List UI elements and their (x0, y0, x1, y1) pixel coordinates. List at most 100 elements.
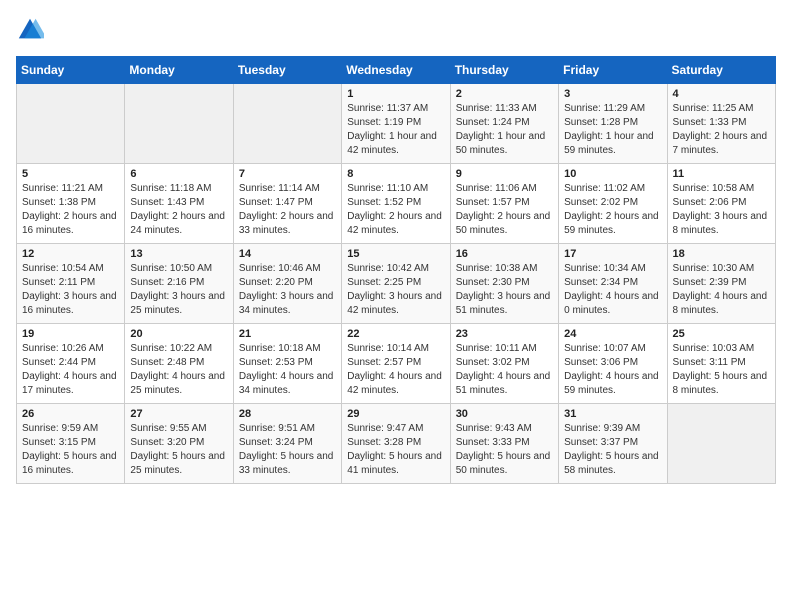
calendar-cell: 19 Sunrise: 10:26 AM Sunset: 2:44 PM Dayl… (17, 324, 125, 404)
weekday-header-monday: Monday (125, 57, 233, 84)
calendar-cell: 23 Sunrise: 10:11 AM Sunset: 3:02 PM Dayl… (450, 324, 558, 404)
day-info: Sunrise: 9:39 AM Sunset: 3:37 PM Dayligh… (564, 422, 661, 478)
day-number: 13 (130, 248, 227, 260)
day-number: 21 (239, 328, 336, 340)
day-number: 5 (22, 168, 119, 180)
day-number: 8 (347, 168, 444, 180)
day-info: Sunrise: 10:14 AM Sunset: 2:57 PM Daylig… (347, 342, 444, 398)
day-info: Sunrise: 11:06 AM Sunset: 1:57 PM Daylig… (456, 182, 553, 238)
calendar-cell: 29Sunrise: 9:47 AM Sunset: 3:28 PM Dayli… (342, 404, 450, 484)
day-number: 10 (564, 168, 661, 180)
calendar-cell: 2Sunrise: 11:33 AM Sunset: 1:24 PM Dayli… (450, 84, 558, 164)
day-number: 2 (456, 88, 553, 100)
calendar-cell: 30 Sunrise: 9:43 AM Sunset: 3:33 PM Dayli… (450, 404, 558, 484)
calendar-cell: 31 Sunrise: 9:39 AM Sunset: 3:37 PM Dayli… (559, 404, 667, 484)
day-number: 30 (456, 408, 553, 420)
day-number: 23 (456, 328, 553, 340)
week-row-4: 19 Sunrise: 10:26 AM Sunset: 2:44 PM Dayl… (17, 324, 776, 404)
day-info: Sunrise: 11:14 AM Sunset: 1:47 PM Daylig… (239, 182, 336, 238)
day-number: 15 (347, 248, 444, 260)
day-number: 27 (130, 408, 227, 420)
day-info: Sunrise: 10:58 AM Sunset: 2:06 PM Daylig… (673, 182, 770, 238)
calendar-table: SundayMondayTuesdayWednesdayThursdayFrid… (16, 56, 776, 484)
calendar-cell: 5 Sunrise: 11:21 AM Sunset: 1:38 PM Dayli… (17, 164, 125, 244)
calendar-cell: 28 Sunrise: 9:51 AM Sunset: 3:24 PM Dayli… (233, 404, 341, 484)
day-number: 7 (239, 168, 336, 180)
calendar-cell: 20 Sunrise: 10:22 AM Sunset: 2:48 PM Dayl… (125, 324, 233, 404)
day-info: Sunrise: 10:34 AM Sunset: 2:34 PM Daylig… (564, 262, 661, 318)
day-number: 20 (130, 328, 227, 340)
day-number: 3 (564, 88, 661, 100)
day-info: Sunrise: 9:47 AM Sunset: 3:28 PM Dayligh… (347, 422, 444, 478)
day-number: 6 (130, 168, 227, 180)
calendar-cell: 11 Sunrise: 10:58 AM Sunset: 2:06 PM Dayl… (667, 164, 775, 244)
page-header (16, 16, 776, 44)
day-info: Sunrise: 10:18 AM Sunset: 2:53 PM Daylig… (239, 342, 336, 398)
weekday-header-saturday: Saturday (667, 57, 775, 84)
calendar-cell: 13 Sunrise: 10:50 AM Sunset: 2:16 PM Dayl… (125, 244, 233, 324)
calendar-cell: 8 Sunrise: 11:10 AM Sunset: 1:52 PM Dayli… (342, 164, 450, 244)
calendar-cell (667, 404, 775, 484)
calendar-cell: 26 Sunrise: 9:59 AM Sunset: 3:15 PM Dayli… (17, 404, 125, 484)
calendar-cell: 15 Sunrise: 10:42 AM Sunset: 2:25 PM Dayl… (342, 244, 450, 324)
day-info: Sunrise: 10:54 AM Sunset: 2:11 PM Daylig… (22, 262, 119, 318)
day-info: Sunrise: 10:42 AM Sunset: 2:25 PM Daylig… (347, 262, 444, 318)
weekday-header-tuesday: Tuesday (233, 57, 341, 84)
day-number: 18 (673, 248, 770, 260)
day-info: Sunrise: 11:02 AM Sunset: 2:02 PM Daylig… (564, 182, 661, 238)
calendar-cell (17, 84, 125, 164)
day-number: 26 (22, 408, 119, 420)
day-info: Sunrise: 9:59 AM Sunset: 3:15 PM Dayligh… (22, 422, 119, 478)
day-number: 16 (456, 248, 553, 260)
day-info: Sunrise: 10:11 AM Sunset: 3:02 PM Daylig… (456, 342, 553, 398)
calendar-cell: 1 Sunrise: 11:37 AM Sunset: 1:19 PM Dayli… (342, 84, 450, 164)
day-info: Sunrise: 10:03 AM Sunset: 3:11 PM Daylig… (673, 342, 770, 398)
weekday-row: SundayMondayTuesdayWednesdayThursdayFrid… (17, 57, 776, 84)
day-number: 31 (564, 408, 661, 420)
day-info: Sunrise: 10:26 AM Sunset: 2:44 PM Daylig… (22, 342, 119, 398)
calendar-cell: 14Sunrise: 10:46 AM Sunset: 2:20 PM Dayl… (233, 244, 341, 324)
calendar-cell: 16Sunrise: 10:38 AM Sunset: 2:30 PM Dayl… (450, 244, 558, 324)
day-number: 17 (564, 248, 661, 260)
day-info: Sunrise: 11:18 AM Sunset: 1:43 PM Daylig… (130, 182, 227, 238)
calendar-cell: 22Sunrise: 10:14 AM Sunset: 2:57 PM Dayl… (342, 324, 450, 404)
day-info: Sunrise: 9:43 AM Sunset: 3:33 PM Dayligh… (456, 422, 553, 478)
day-info: Sunrise: 11:21 AM Sunset: 1:38 PM Daylig… (22, 182, 119, 238)
day-info: Sunrise: 11:25 AM Sunset: 1:33 PM Daylig… (673, 102, 770, 158)
week-row-3: 12 Sunrise: 10:54 AM Sunset: 2:11 PM Dayl… (17, 244, 776, 324)
calendar-header: SundayMondayTuesdayWednesdayThursdayFrid… (17, 57, 776, 84)
day-number: 12 (22, 248, 119, 260)
day-number: 9 (456, 168, 553, 180)
weekday-header-thursday: Thursday (450, 57, 558, 84)
day-number: 28 (239, 408, 336, 420)
day-number: 25 (673, 328, 770, 340)
day-info: Sunrise: 10:07 AM Sunset: 3:06 PM Daylig… (564, 342, 661, 398)
day-info: Sunrise: 11:37 AM Sunset: 1:19 PM Daylig… (347, 102, 444, 158)
day-number: 1 (347, 88, 444, 100)
calendar-cell (233, 84, 341, 164)
weekday-header-sunday: Sunday (17, 57, 125, 84)
day-number: 24 (564, 328, 661, 340)
calendar-cell: 9 Sunrise: 11:06 AM Sunset: 1:57 PM Dayli… (450, 164, 558, 244)
day-info: Sunrise: 10:22 AM Sunset: 2:48 PM Daylig… (130, 342, 227, 398)
logo-icon (16, 16, 44, 44)
day-info: Sunrise: 10:50 AM Sunset: 2:16 PM Daylig… (130, 262, 227, 318)
calendar-cell: 3 Sunrise: 11:29 AM Sunset: 1:28 PM Dayli… (559, 84, 667, 164)
week-row-2: 5 Sunrise: 11:21 AM Sunset: 1:38 PM Dayli… (17, 164, 776, 244)
day-info: Sunrise: 11:10 AM Sunset: 1:52 PM Daylig… (347, 182, 444, 238)
day-number: 11 (673, 168, 770, 180)
day-number: 14 (239, 248, 336, 260)
calendar-cell: 4Sunrise: 11:25 AM Sunset: 1:33 PM Dayli… (667, 84, 775, 164)
calendar-body: 1 Sunrise: 11:37 AM Sunset: 1:19 PM Dayli… (17, 84, 776, 484)
logo (16, 16, 48, 44)
calendar-cell: 17 Sunrise: 10:34 AM Sunset: 2:34 PM Dayl… (559, 244, 667, 324)
calendar-cell (125, 84, 233, 164)
day-info: Sunrise: 9:55 AM Sunset: 3:20 PM Dayligh… (130, 422, 227, 478)
day-number: 19 (22, 328, 119, 340)
week-row-1: 1 Sunrise: 11:37 AM Sunset: 1:19 PM Dayli… (17, 84, 776, 164)
calendar-cell: 24 Sunrise: 10:07 AM Sunset: 3:06 PM Dayl… (559, 324, 667, 404)
day-info: Sunrise: 9:51 AM Sunset: 3:24 PM Dayligh… (239, 422, 336, 478)
weekday-header-wednesday: Wednesday (342, 57, 450, 84)
weekday-header-friday: Friday (559, 57, 667, 84)
day-info: Sunrise: 11:29 AM Sunset: 1:28 PM Daylig… (564, 102, 661, 158)
